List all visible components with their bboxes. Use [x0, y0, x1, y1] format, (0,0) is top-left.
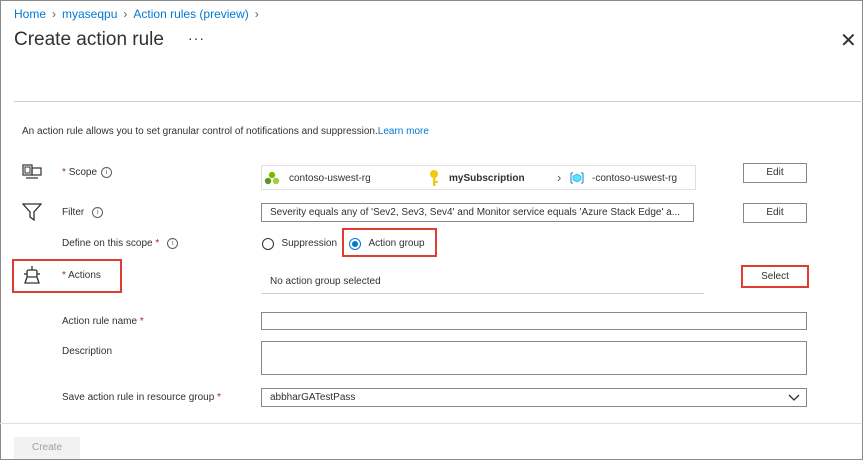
resource-group-label: Save action rule in resource group — [62, 392, 215, 403]
intro-text: An action rule allows you to set granula… — [22, 126, 429, 137]
chevron-right-icon: › — [254, 6, 259, 21]
intro-description: An action rule allows you to set granula… — [22, 126, 378, 137]
description-textarea[interactable] — [261, 341, 807, 375]
resource-group-selected: abbharGATestPass — [270, 392, 356, 403]
rule-name-label-wrap: Action rule name * — [62, 316, 144, 327]
resource-group-icon — [264, 171, 280, 185]
filter-icon — [21, 202, 43, 222]
create-button[interactable]: Create — [14, 437, 80, 459]
filter-label-wrap: Filter i — [62, 207, 104, 219]
actions-select-button[interactable]: Select — [744, 267, 806, 286]
breadcrumb-resource[interactable]: myaseqpu — [62, 7, 117, 21]
more-options-button[interactable]: ··· — [188, 30, 205, 46]
chevron-right-icon: › — [123, 6, 128, 21]
breadcrumb-action-rules[interactable]: Action rules (preview) — [133, 7, 248, 21]
resource-group-dropdown[interactable]: abbharGATestPass — [261, 388, 807, 407]
radio-action-group-label: Action group — [368, 238, 425, 250]
radio-suppression[interactable]: Suppression — [262, 235, 337, 253]
description-label: Description — [62, 346, 113, 357]
actions-icon — [22, 265, 42, 285]
required-marker: * — [155, 238, 160, 250]
radio-action-group[interactable]: Action group — [349, 235, 425, 253]
filter-edit-button[interactable]: Edit — [743, 203, 807, 223]
chevron-right-icon: › — [557, 170, 562, 185]
page-title: Create action rule — [14, 29, 164, 50]
required-marker: * — [62, 167, 66, 179]
rule-name-input[interactable] — [261, 312, 807, 330]
info-icon[interactable]: i — [167, 238, 179, 249]
scope-label-wrap: * Scope i — [62, 167, 113, 179]
resource-group-label-wrap: Save action rule in resource group * — [62, 392, 221, 403]
rule-name-label: Action rule name — [62, 316, 138, 327]
learn-more-link[interactable]: Learn more — [378, 126, 429, 137]
info-icon[interactable]: i — [101, 167, 113, 178]
define-scope-label: Define on this scope — [62, 238, 153, 250]
footer-divider — [0, 423, 861, 424]
scope-edit-button[interactable]: Edit — [743, 163, 807, 183]
info-icon[interactable]: i — [92, 207, 104, 218]
filter-field[interactable]: Severity equals any of 'Sev2, Sev3, Sev4… — [261, 203, 694, 222]
breadcrumb: Home › myaseqpu › Action rules (preview) › — [14, 6, 265, 21]
close-icon[interactable]: ✕ — [840, 28, 857, 53]
required-marker: * — [217, 392, 221, 403]
divider — [14, 101, 863, 102]
breadcrumb-home[interactable]: Home — [14, 7, 46, 21]
radio-suppression-label: Suppression — [281, 238, 338, 250]
scope-summary: contoso-uswest-rg mySubscription › -cont… — [261, 165, 696, 190]
required-marker: * — [62, 270, 66, 281]
scope-resource: -contoso-uswest-rg — [592, 173, 678, 184]
scope-label: Scope — [68, 167, 98, 179]
scope-subscription: mySubscription — [449, 173, 525, 184]
scope-icon — [22, 162, 42, 182]
required-marker: * — [139, 316, 144, 327]
scope-resource-group: contoso-uswest-rg — [289, 173, 371, 184]
filter-label: Filter — [62, 207, 85, 219]
define-scope-label-wrap: Define on this scope * i — [62, 238, 179, 250]
chevron-right-icon: › — [52, 6, 57, 21]
radio-action-group-circle[interactable] — [349, 237, 361, 250]
key-icon — [428, 169, 440, 187]
chevron-down-icon[interactable] — [788, 389, 800, 406]
actions-label-wrap: * Actions — [62, 270, 101, 281]
radio-suppression-circle[interactable] — [262, 237, 274, 250]
actions-label: Actions — [68, 270, 101, 281]
actions-underline — [261, 293, 704, 294]
resource-icon — [569, 171, 585, 185]
actions-status: No action group selected — [270, 276, 381, 287]
